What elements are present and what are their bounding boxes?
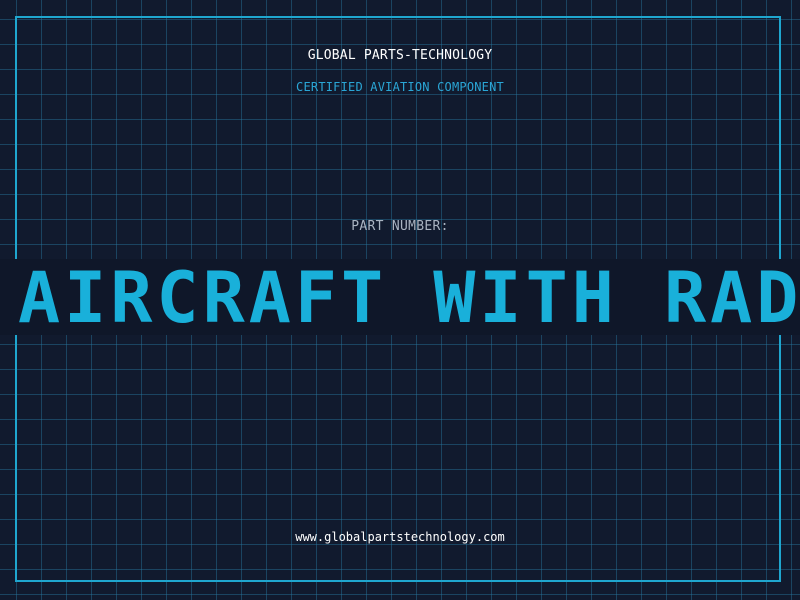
part-number-value: AIRCRAFT WITH RADA <box>18 259 800 335</box>
certification-subtitle: CERTIFIED AVIATION COMPONENT <box>296 80 504 94</box>
part-number-band: AIRCRAFT WITH RADA <box>0 259 800 335</box>
part-number-label: PART NUMBER: <box>351 219 449 234</box>
company-name: GLOBAL PARTS-TECHNOLOGY <box>307 48 493 63</box>
website-url: www.globalpartstechnology.com <box>295 530 505 544</box>
